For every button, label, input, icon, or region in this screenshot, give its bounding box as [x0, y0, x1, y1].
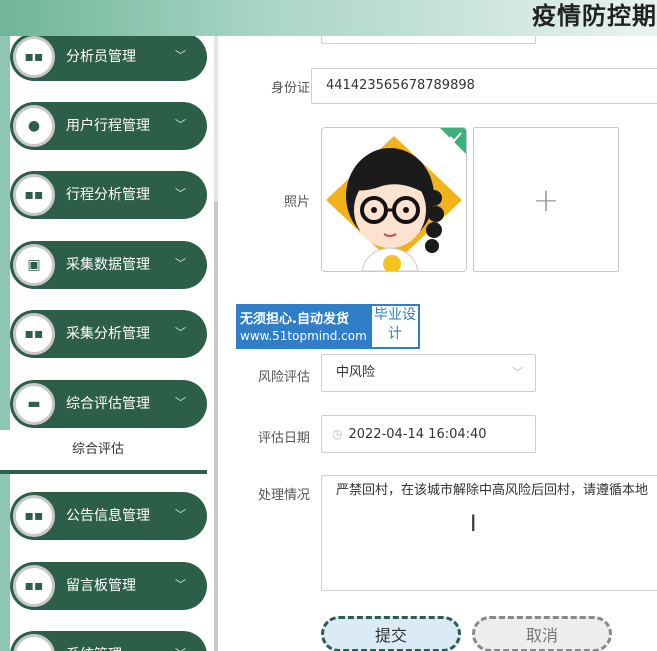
- sidebar-item-notice[interactable]: ▪▪ 公告信息管理 ﹀: [10, 492, 207, 540]
- sidebar-item-message-board[interactable]: ▪▪ 留言板管理 ﹀: [10, 562, 207, 610]
- chevron-down-icon: ﹀: [175, 49, 186, 62]
- id-card-input[interactable]: 441423565678789898: [311, 68, 657, 104]
- chevron-down-icon: ﹀: [512, 366, 523, 379]
- sidebar-item-label: 综合评估管理: [66, 396, 150, 412]
- chevron-down-icon: ﹀: [175, 118, 186, 131]
- sidebar-subitem-label: 综合评估: [72, 442, 125, 457]
- sidebar-item-label: 公告信息管理: [66, 508, 150, 524]
- grid-icon: ▪▪: [13, 565, 55, 607]
- photo-label: 照片: [283, 195, 310, 210]
- risk-select[interactable]: 中风险 ﹀: [321, 354, 536, 392]
- chevron-down-icon: ﹀: [175, 257, 186, 270]
- chevron-down-icon: ﹀: [175, 396, 186, 409]
- date-picker-input[interactable]: ◷ 2022-04-14 16:04:40: [321, 415, 536, 453]
- sidebar-item-label: 用户行程管理: [66, 118, 150, 134]
- watermark-text-block: 无须担心.自动发货 www.51topmind.com: [236, 304, 370, 349]
- grid-icon: ▪▪: [13, 174, 55, 216]
- monitor-icon: ▬: [13, 383, 55, 425]
- plus-icon: +: [532, 180, 560, 219]
- sidebar-item-trip-analysis[interactable]: ▪▪ 行程分析管理 ﹀: [10, 171, 207, 219]
- sidebar-item-assessment[interactable]: ▬ 综合评估管理 ﹀: [10, 380, 207, 428]
- sidebar-item-label: 采集分析管理: [66, 326, 150, 342]
- chevron-down-icon: ﹀: [175, 578, 186, 591]
- site-title: 疫情防控期: [532, 2, 657, 30]
- handling-textarea[interactable]: 严禁回村，在该城市解除中高风险后回村，请遵循本地: [321, 475, 657, 591]
- sidebar: ▪▪ 分析员管理 ﹀ ● 用户行程管理 ﹀ ▪▪ 行程分析管理 ﹀ ▣ 采集数据…: [0, 36, 218, 651]
- clock-icon: ◷: [332, 427, 343, 441]
- sidebar-item-label: 分析员管理: [66, 49, 136, 65]
- chevron-down-icon: ﹀: [175, 326, 186, 339]
- photo-upload-button[interactable]: +: [473, 127, 619, 272]
- sidebar-stripe: [0, 36, 10, 651]
- sidebar-item-collect-analysis[interactable]: ▪▪ 采集分析管理 ﹀: [10, 310, 207, 358]
- cancel-button[interactable]: 取消: [472, 616, 612, 651]
- handling-text: 严禁回村，在该城市解除中高风险后回村，请遵循本地: [336, 483, 649, 498]
- submit-button[interactable]: 提交: [321, 616, 461, 651]
- watermark-badge: 无须担心.自动发货 www.51topmind.com 毕业设计: [236, 304, 420, 349]
- grid-icon: ▪▪: [13, 313, 55, 355]
- watermark-line2: www.51topmind.com: [240, 329, 367, 343]
- chevron-down-icon: ﹀: [175, 187, 186, 200]
- text-cursor-icon: I: [470, 512, 477, 537]
- sidebar-item-system[interactable]: ▪▪ 系统管理 ﹀: [10, 631, 207, 651]
- top-header-bar: 疫情防控期: [0, 0, 657, 36]
- watermark-line1: 无须担心.自动发货: [240, 312, 349, 327]
- sidebar-item-user-trip[interactable]: ● 用户行程管理 ﹀: [10, 102, 207, 150]
- sidebar-item-label: 行程分析管理: [66, 187, 150, 203]
- grid-icon: ▪▪: [13, 634, 55, 651]
- risk-selected-value: 中风险: [336, 365, 376, 380]
- grid-icon: ▪▪: [13, 495, 55, 537]
- sidebar-item-label: 留言板管理: [66, 578, 136, 594]
- watermark-side-label: 毕业设计: [372, 306, 418, 347]
- sidebar-item-analyst[interactable]: ▪▪ 分析员管理 ﹀: [10, 36, 207, 81]
- sidebar-subitem-assessment[interactable]: 综合评估: [0, 430, 207, 474]
- previous-field-input[interactable]: [321, 36, 536, 44]
- chevron-down-icon: ﹀: [175, 508, 186, 521]
- sidebar-item-label: 采集数据管理: [66, 257, 150, 273]
- date-value: 2022-04-14 16:04:40: [348, 427, 487, 442]
- id-card-label: 身份证: [270, 81, 310, 96]
- risk-label: 风险评估: [257, 370, 310, 385]
- user-icon: ●: [13, 105, 55, 147]
- clipboard-icon: ▣: [13, 244, 55, 286]
- uploaded-photo[interactable]: [321, 127, 467, 272]
- date-label: 评估日期: [257, 431, 310, 446]
- sidebar-item-label: 系统管理: [66, 631, 122, 651]
- avatar-image: [322, 128, 466, 271]
- grid-icon: ▪▪: [13, 36, 55, 78]
- handling-label: 处理情况: [257, 488, 310, 503]
- sidebar-item-collect-data[interactable]: ▣ 采集数据管理 ﹀: [10, 241, 207, 289]
- chevron-down-icon: ﹀: [175, 631, 186, 651]
